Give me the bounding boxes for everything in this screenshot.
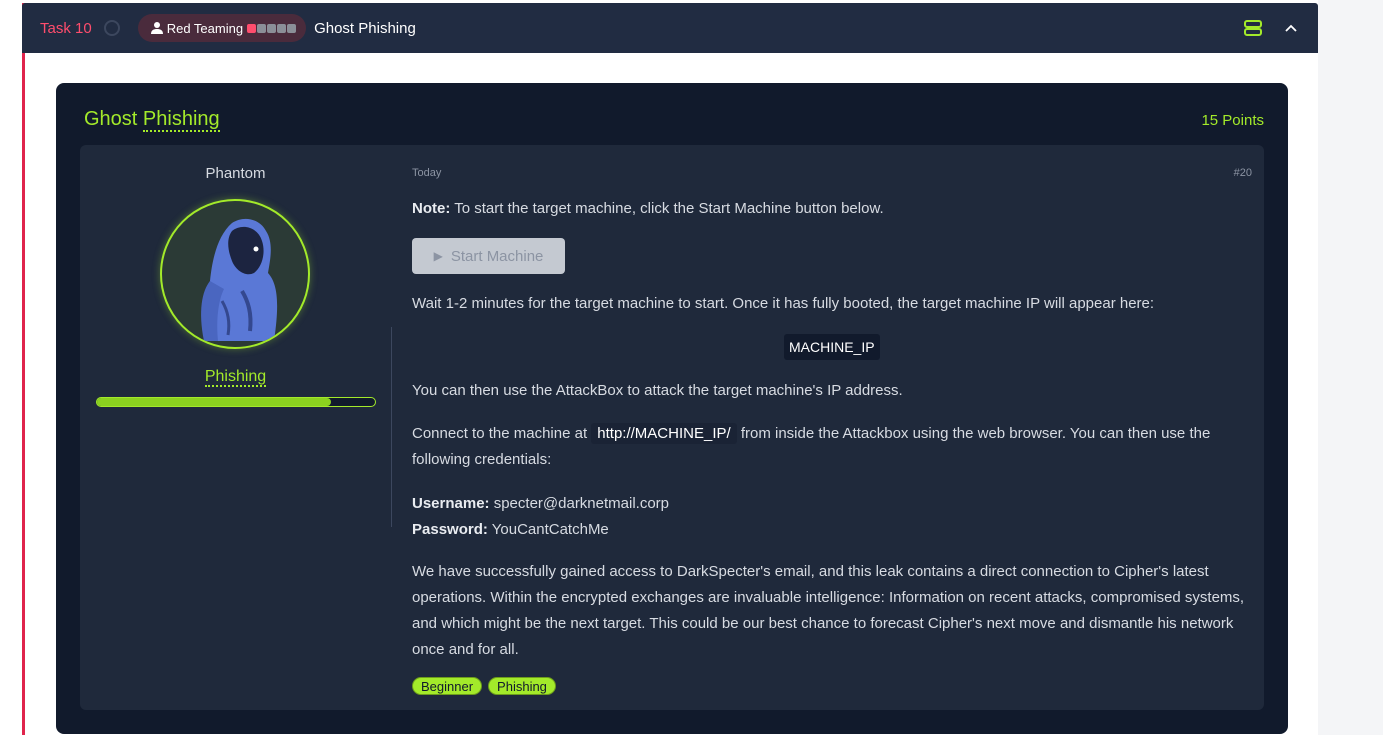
task-title: Ghost Phishing <box>314 19 416 37</box>
author-rank: Phishing <box>204 368 267 387</box>
user-icon <box>150 22 163 34</box>
room-category-badge: Red Teaming <box>137 14 307 42</box>
difficulty-indicator <box>246 23 297 33</box>
divider <box>391 327 392 527</box>
task-complete-indicator <box>103 20 120 36</box>
rank-progress-bar <box>96 397 376 407</box>
avatar[interactable] <box>160 199 310 349</box>
page-right-margin <box>1318 0 1383 735</box>
room-category-label: Red Teaming <box>166 20 244 36</box>
tag-list: Beginner Phishing <box>412 677 562 695</box>
machine-url-code: http://MACHINE_IP/ <box>591 423 737 444</box>
machine-ip-code: MACHINE_IP <box>784 334 880 360</box>
wait-paragraph: Wait 1-2 minutes for the target machine … <box>412 295 1155 312</box>
task-header[interactable]: Task 10 Red Teaming Ghost Phishing <box>22 3 1318 53</box>
card-title-prefix: Ghost <box>84 108 138 130</box>
post-content: Today #20 Note: To start the target mach… <box>412 145 1252 710</box>
start-machine-button[interactable]: ▶ Start Machine <box>412 238 565 274</box>
rank-progress-fill <box>97 398 331 406</box>
password-line: Password: YouCantCatchMe <box>412 521 609 538</box>
task-number: Task 10 <box>40 19 92 37</box>
author-name[interactable]: Phantom <box>80 165 391 182</box>
hooded-figure-icon <box>201 218 278 341</box>
tag-beginner[interactable]: Beginner <box>412 677 483 695</box>
post-container: Phantom Phishing Today #20 Note: To star… <box>80 145 1264 710</box>
connect-paragraph: Connect to the machine at http://MACHINE… <box>412 423 1211 468</box>
post-number: #20 <box>1233 167 1252 179</box>
tag-phishing[interactable]: Phishing <box>488 677 556 695</box>
play-icon: ▶ <box>433 249 443 263</box>
card-title: Ghost Phishing <box>84 108 220 132</box>
username-line: Username: specter@darknetmail.corp <box>412 495 670 512</box>
card-title-link[interactable]: Phishing <box>142 108 220 132</box>
task-content-card: Ghost Phishing 15 Points Phantom Phishin… <box>56 83 1288 734</box>
author-panel: Phantom Phishing <box>80 145 391 710</box>
points-label: 15 Points <box>1201 112 1264 129</box>
note-paragraph: Note: To start the target machine, click… <box>412 200 884 217</box>
chevron-up-icon[interactable] <box>1284 21 1298 35</box>
story-paragraph: We have successfully gained access to Da… <box>412 563 1245 658</box>
post-date: Today <box>412 167 442 179</box>
stack-icon[interactable] <box>1244 20 1262 36</box>
attackbox-paragraph: You can then use the AttackBox to attack… <box>412 382 903 399</box>
